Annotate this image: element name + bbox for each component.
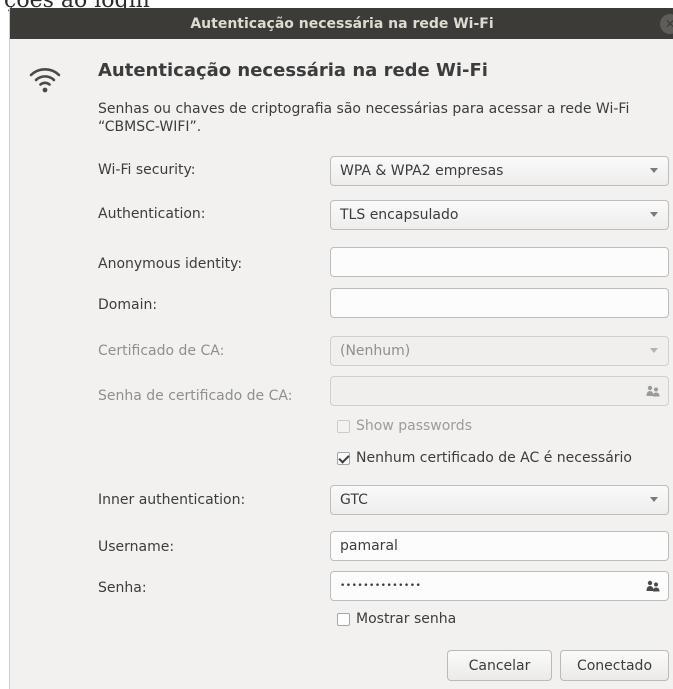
- inner-authentication-label: Inner authentication:: [98, 492, 246, 508]
- ca-cert-password-label: Senha de certificado de CA:: [98, 388, 293, 404]
- no-ca-required-label: Nenhum certificado de AC é necessário: [356, 450, 632, 466]
- ca-certificate-label: Certificado de CA:: [98, 343, 225, 359]
- authentication-label: Authentication:: [98, 206, 206, 222]
- domain-input[interactable]: [330, 288, 669, 318]
- close-icon[interactable]: ✕: [660, 14, 673, 34]
- anonymous-identity-input[interactable]: [330, 247, 669, 277]
- wifi-icon: [29, 66, 61, 98]
- username-label: Username:: [98, 539, 175, 555]
- connect-button[interactable]: Conectado: [560, 650, 669, 681]
- checkbox-box: [337, 612, 350, 626]
- dialog-description: Senhas ou chaves de criptografia são nec…: [98, 101, 630, 135]
- domain-field[interactable]: [340, 295, 659, 311]
- show-password-label: Mostrar senha: [356, 611, 457, 627]
- ca-certificate-value: (Nenhum): [340, 343, 411, 359]
- ca-certificate-select[interactable]: (Nenhum): [330, 336, 669, 366]
- show-passwords-label: Show passwords: [356, 418, 472, 434]
- ca-cert-password-input[interactable]: [330, 376, 669, 406]
- window-title: Autenticação necessária na rede Wi-Fi: [190, 15, 494, 32]
- wifi-security-select[interactable]: WPA & WPA2 empresas: [330, 156, 669, 186]
- password-value: ••••••••••••••: [340, 581, 422, 591]
- chevron-down-icon: [650, 348, 658, 353]
- anonymous-identity-label: Anonymous identity:: [98, 256, 243, 272]
- users-icon[interactable]: [646, 580, 660, 596]
- username-input[interactable]: [330, 531, 669, 561]
- inner-authentication-value: GTC: [340, 492, 368, 508]
- anonymous-identity-field[interactable]: [340, 254, 659, 270]
- inner-authentication-select[interactable]: GTC: [330, 485, 669, 515]
- authentication-value: TLS encapsulado: [340, 207, 459, 223]
- chevron-down-icon: [650, 497, 658, 502]
- users-icon[interactable]: [646, 385, 660, 401]
- authentication-select[interactable]: TLS encapsulado: [330, 200, 669, 230]
- password-input[interactable]: ••••••••••••••: [330, 571, 669, 601]
- wifi-auth-dialog: Autenticação necessária na rede Wi-Fi ✕ …: [9, 8, 673, 689]
- chevron-down-icon: [650, 168, 658, 173]
- dialog-heading: Autenticação necessária na rede Wi-Fi: [98, 60, 488, 81]
- show-password-checkbox[interactable]: Mostrar senha: [337, 611, 456, 627]
- domain-label: Domain:: [98, 297, 158, 313]
- no-ca-required-checkbox[interactable]: Nenhum certificado de AC é necessário: [337, 450, 632, 466]
- checkbox-box: [337, 419, 350, 433]
- show-passwords-checkbox[interactable]: Show passwords: [337, 418, 472, 434]
- username-field[interactable]: [340, 538, 659, 554]
- wifi-security-value: WPA & WPA2 empresas: [340, 163, 504, 179]
- titlebar: Autenticação necessária na rede Wi-Fi ✕: [10, 8, 673, 39]
- wifi-security-label: Wi-Fi security:: [98, 162, 196, 178]
- checkbox-checked: [337, 451, 350, 465]
- password-label: Senha:: [98, 580, 147, 596]
- chevron-down-icon: [650, 212, 658, 217]
- cancel-button[interactable]: Cancelar: [447, 650, 552, 681]
